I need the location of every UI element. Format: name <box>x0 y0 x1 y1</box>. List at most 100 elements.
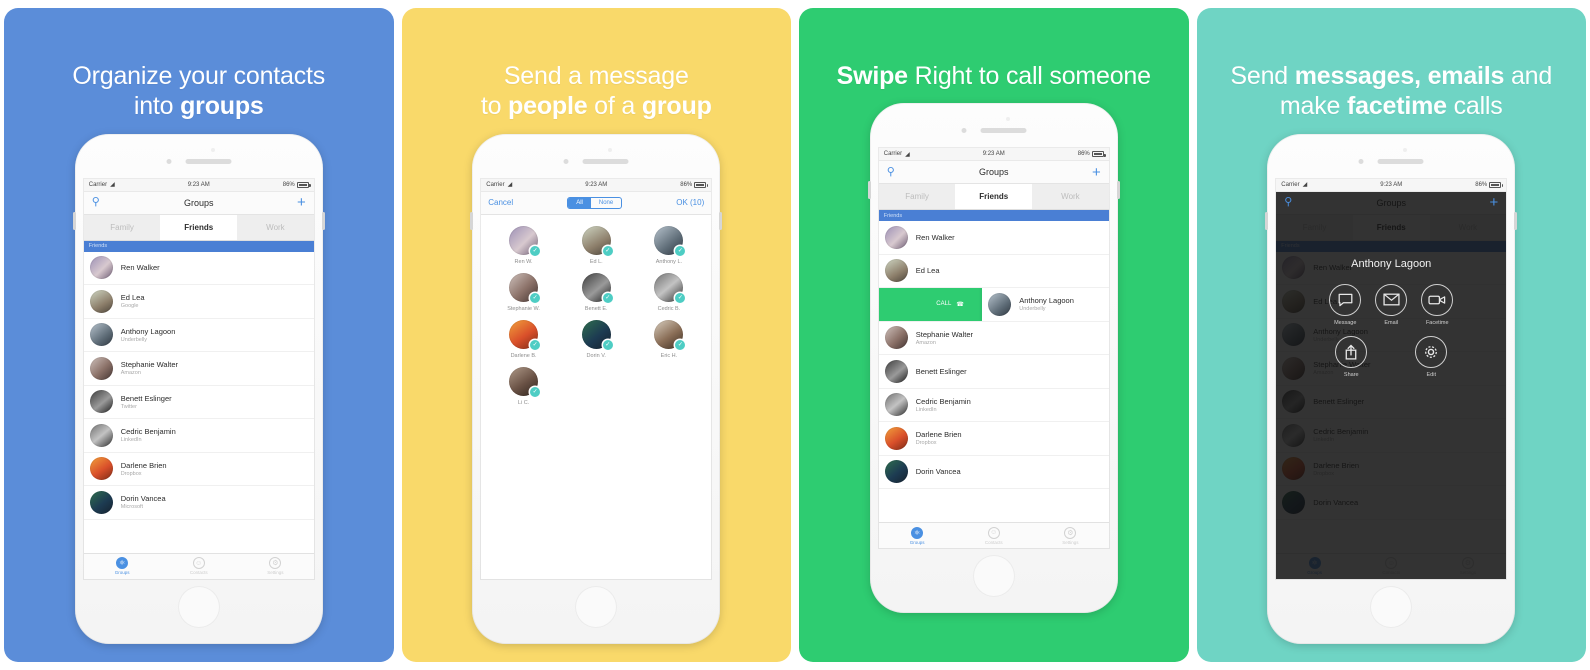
contact-company: Dropbox <box>915 440 937 447</box>
tab-friends[interactable]: Friends <box>955 184 1033 209</box>
checkmark-icon: ✓ <box>602 245 613 256</box>
list-item[interactable]: Ed Lea <box>878 254 1109 288</box>
person-name: Dorin V. <box>586 352 606 359</box>
contact-name: Cedric Benjamin <box>915 396 971 406</box>
list-item[interactable]: Ren Walker <box>878 221 1109 255</box>
person-cell[interactable]: ✓ Anthony L. <box>633 225 706 265</box>
home-button[interactable] <box>972 555 1015 597</box>
contact-name: Ren Walker <box>915 232 955 242</box>
list-item[interactable]: Stephanie Walter Amazon <box>83 352 314 386</box>
checkmark-icon: ✓ <box>602 339 613 350</box>
list-item[interactable]: Cedric Benjamin LinkedIn <box>83 419 314 453</box>
tab-work[interactable]: Work <box>1032 184 1109 209</box>
tab-family[interactable]: Family <box>879 184 956 209</box>
contact-company: LinkedIn <box>120 437 142 444</box>
avatar <box>89 323 113 347</box>
segment-all[interactable]: All <box>568 197 591 208</box>
people-picker-grid: ✓ Ren W. ✓ Ed L. ✓ Anthony L. ✓ Stephani… <box>481 215 711 417</box>
list-item[interactable]: Benett Eslinger <box>878 355 1109 389</box>
avatar <box>884 326 908 350</box>
list-item[interactable]: Darlene Brien Dropbox <box>878 422 1109 456</box>
search-icon[interactable]: ⚲ <box>1284 197 1292 208</box>
tabbar-item-groups[interactable]: ⚛ Groups <box>84 554 161 579</box>
avatar <box>89 423 113 447</box>
tabbar-item-settings[interactable]: ⚙ Settings <box>237 554 314 579</box>
person-cell[interactable]: ✓ Benett E. <box>560 272 633 312</box>
tabbar-item-settings[interactable]: ⚙ Settings <box>1032 523 1109 548</box>
list-item[interactable]: Benett Eslinger Twitter <box>83 385 314 419</box>
action-facetime[interactable]: Facetime <box>1421 283 1454 326</box>
checkmark-icon: ✓ <box>530 245 541 256</box>
earpiece-speaker <box>1377 158 1424 164</box>
swiped-contact-card[interactable]: Anthony Lagoon Underbelly <box>982 288 1109 321</box>
ok-button[interactable]: OK (10) <box>676 198 704 207</box>
tabbar-label: Contacts <box>984 539 1003 545</box>
person-cell[interactable]: ✓ Ed L. <box>560 225 633 265</box>
tab-family[interactable]: Family <box>84 215 161 240</box>
battery-percent-label: 86% <box>680 181 693 188</box>
page-title: Groups <box>978 167 1009 177</box>
person-cell[interactable]: ✓ Li C. <box>487 366 560 406</box>
person-cell[interactable]: ✓ Ren W. <box>487 225 560 265</box>
contact-name: Darlene Brien <box>120 460 167 470</box>
iphone-frame-2: Carrier ◢ 9:23 AM 86% Cancel All None OK… <box>470 133 723 644</box>
home-button[interactable] <box>177 585 220 628</box>
front-camera-icon <box>961 128 967 133</box>
tab-work[interactable]: Work <box>237 215 314 240</box>
avatar <box>89 490 113 514</box>
contact-company: Twitter <box>120 403 137 410</box>
list-item-swiped[interactable]: CALL ☎ Anthony Lagoon Underbelly <box>878 288 1109 322</box>
plus-icon[interactable]: + <box>297 195 306 210</box>
checkmark-icon: ✓ <box>530 292 541 303</box>
segment-none[interactable]: None <box>591 198 621 208</box>
contact-name: Dorin Vancea <box>120 494 166 504</box>
app-store-screenshot-gallery: Organize your contacts into groups Carri… <box>0 0 1590 670</box>
list-item[interactable]: Stephanie Walter Amazon <box>878 321 1109 355</box>
plus-icon[interactable]: + <box>1489 195 1498 210</box>
gear-icon <box>1415 335 1448 368</box>
tabbar-label: Groups <box>114 570 130 575</box>
person-cell[interactable]: ✓ Eric H. <box>633 319 706 359</box>
all-none-segmented-control[interactable]: All None <box>567 196 623 209</box>
headline-text-mid: of a <box>587 92 642 120</box>
person-cell[interactable]: ✓ Darlene B. <box>487 319 560 359</box>
tabbar-item-contacts[interactable]: ☺ Contacts <box>955 523 1032 548</box>
list-item[interactable]: Dorin Vancea <box>878 455 1109 489</box>
contact-name: Cedric Benjamin <box>120 427 176 437</box>
list-item[interactable]: Anthony Lagoon Underbelly <box>83 318 314 352</box>
search-icon[interactable]: ⚲ <box>887 166 895 178</box>
phone-top-hardware <box>166 158 232 164</box>
avatar <box>89 356 113 380</box>
home-button[interactable] <box>1370 585 1413 628</box>
action-message[interactable]: Message <box>1329 283 1362 326</box>
avatar <box>988 292 1012 316</box>
action-edit[interactable]: Edit <box>1415 335 1448 378</box>
cancel-button[interactable]: Cancel <box>488 198 513 207</box>
person-cell[interactable]: ✓ Dorin V. <box>560 319 633 359</box>
list-item[interactable]: Cedric Benjamin LinkedIn <box>878 388 1109 422</box>
avatar <box>884 460 908 484</box>
panel-send-message: Send a message to people of a group Carr… <box>401 8 791 662</box>
list-item[interactable]: Ed Lea Google <box>83 285 314 319</box>
phone-top-hardware <box>961 128 1027 133</box>
home-button[interactable] <box>575 585 618 628</box>
action-email[interactable]: Email <box>1375 283 1408 326</box>
tab-friends[interactable]: Friends <box>160 214 238 240</box>
headline-text-plain: Right to call someone <box>907 61 1151 90</box>
tabbar-label: Contacts <box>189 570 208 575</box>
proximity-sensor-icon <box>1403 147 1408 152</box>
video-camera-icon <box>1421 283 1454 316</box>
action-share[interactable]: Share <box>1335 335 1368 378</box>
headline-text-plain: Send <box>1230 61 1295 90</box>
person-name: Eric H. <box>660 352 678 359</box>
tabbar-item-contacts[interactable]: ☺ Contacts <box>160 554 237 579</box>
tabbar-item-groups[interactable]: ⚛ Groups <box>879 523 956 548</box>
plus-icon[interactable]: + <box>1092 165 1101 180</box>
list-item[interactable]: Dorin Vancea Microsoft <box>83 486 314 520</box>
list-item[interactable]: Darlene Brien Dropbox <box>83 452 314 486</box>
person-cell[interactable]: ✓ Cedric B. <box>633 272 706 312</box>
list-item[interactable]: Ren Walker <box>83 251 314 285</box>
headline-text-bold: Swipe <box>836 61 908 90</box>
search-icon[interactable]: ⚲ <box>92 197 100 208</box>
person-cell[interactable]: ✓ Stephanie W. <box>487 272 560 312</box>
